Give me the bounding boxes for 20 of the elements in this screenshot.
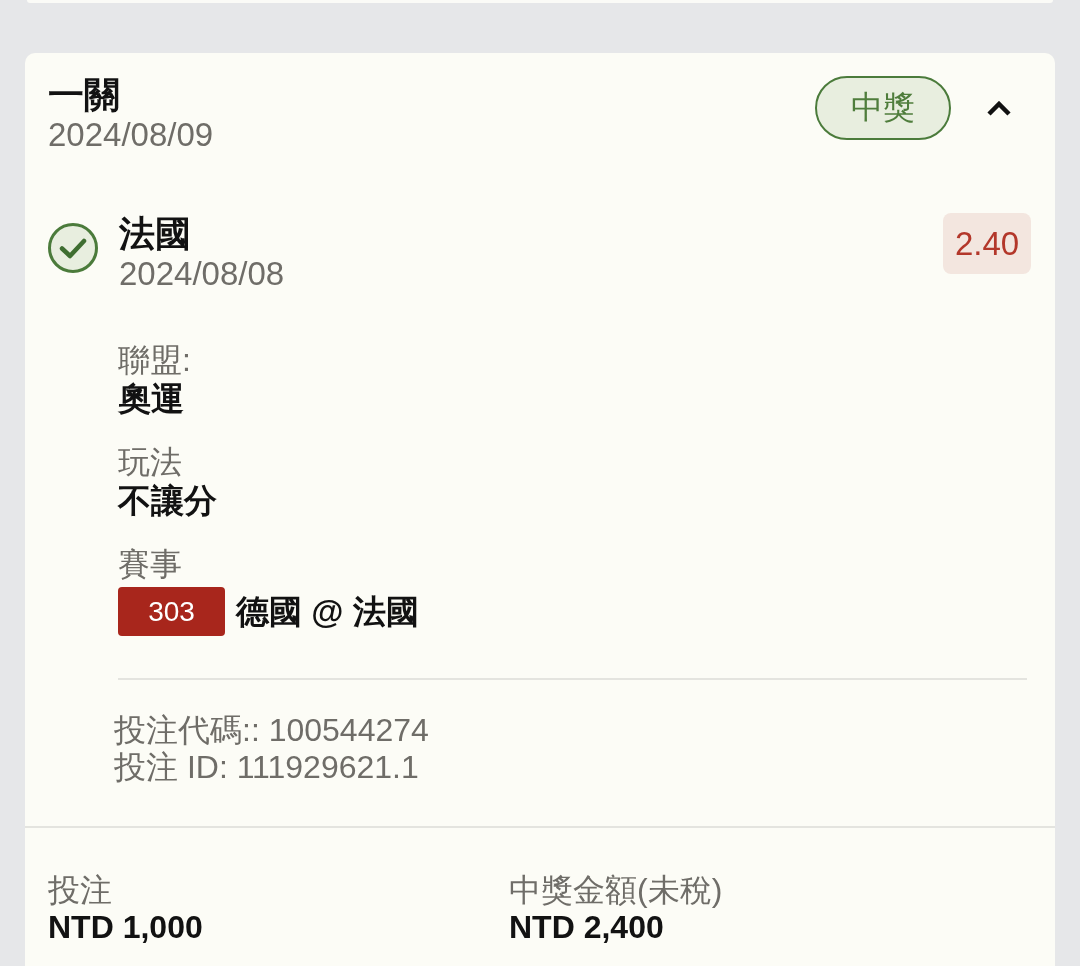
caret-up-icon[interactable]	[986, 101, 1012, 117]
bet-code: 投注代碼:: 100544274	[114, 712, 429, 749]
match-date: 2024/08/08	[119, 255, 285, 293]
field-label: 聯盟:	[118, 341, 191, 379]
odds-badge: 2.40	[943, 213, 1031, 274]
match-teams: 德國 @ 法國	[236, 591, 419, 632]
bet-code: 投注 ID: 111929621.1	[114, 749, 419, 786]
field-value: 不讓分	[118, 481, 217, 521]
field-label: 賽事	[118, 545, 182, 583]
summary-value: NTD 1,000	[48, 909, 203, 945]
summary-value: NTD 2,400	[509, 909, 664, 945]
selection-name: 法國	[119, 213, 191, 255]
field-label: 玩法	[118, 443, 182, 481]
bet-title: 一關	[48, 74, 120, 116]
bet-date: 2024/08/09	[48, 116, 214, 154]
summary-label: 中獎金額(未稅)	[509, 871, 723, 909]
summary-label: 投注	[48, 871, 112, 909]
match-number-badge: 303	[118, 587, 225, 636]
status-badge: 中獎	[815, 76, 951, 140]
field-value: 奧運	[118, 379, 184, 419]
